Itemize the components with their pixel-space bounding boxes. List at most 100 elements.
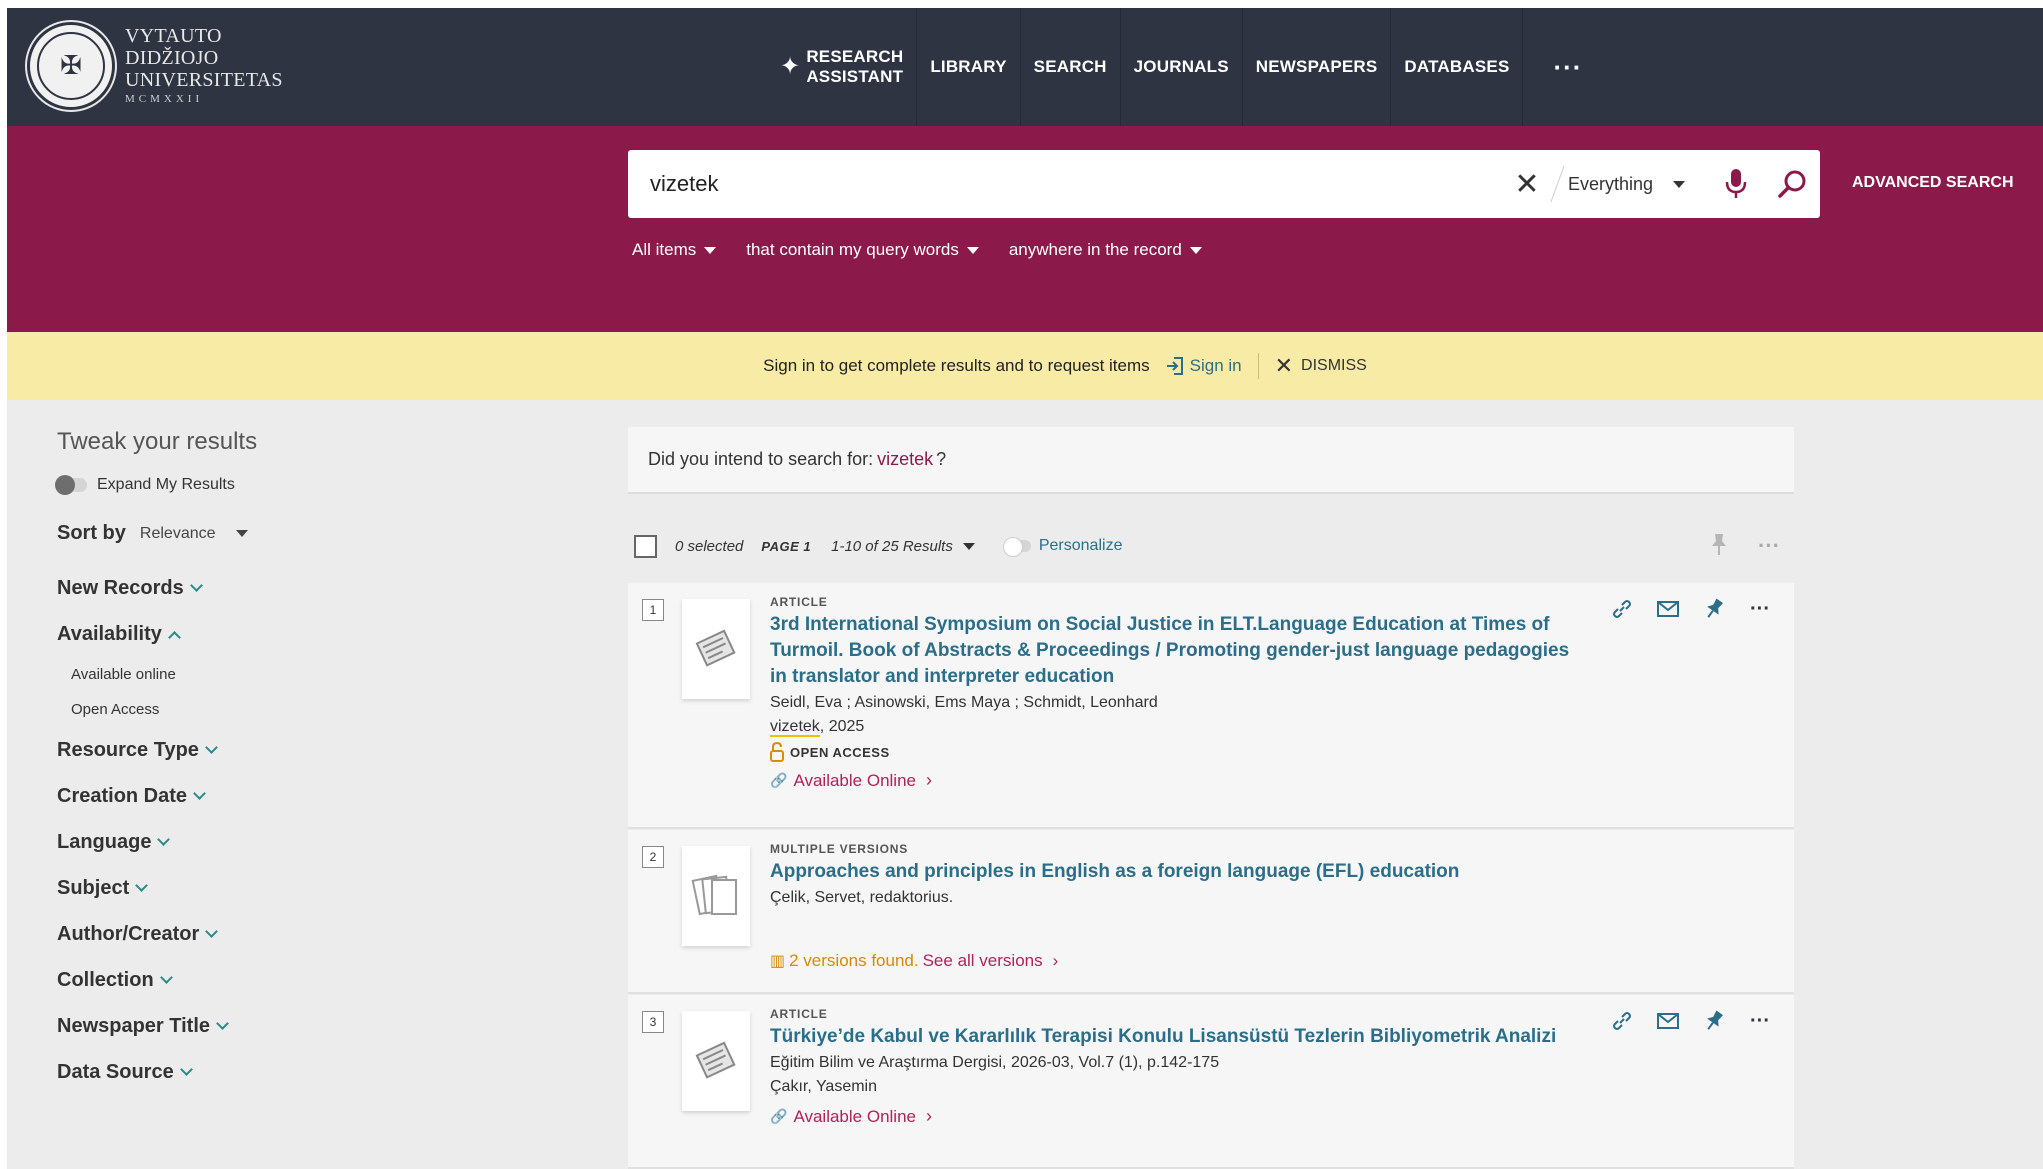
- available-online-link[interactable]: 🔗 Available Online ›: [770, 1106, 1590, 1127]
- toggle-switch[interactable]: [1002, 537, 1031, 557]
- did-you-mean-link[interactable]: vizetek: [877, 449, 933, 470]
- facet-new-records[interactable]: New Records: [57, 565, 477, 611]
- nav-library[interactable]: LIBRARY: [917, 8, 1019, 126]
- chevron-down-icon: [205, 740, 218, 754]
- result-title-link[interactable]: 3rd International Symposium on Social Ju…: [770, 612, 1590, 690]
- highlighted-term: vizetek: [770, 718, 820, 737]
- clear-search-icon[interactable]: ✕: [1507, 167, 1547, 202]
- caret-down-icon: [1673, 180, 1686, 188]
- filter-where-dropdown[interactable]: anywhere in the record: [1009, 240, 1202, 260]
- search-icon[interactable]: [1764, 169, 1820, 199]
- dismiss-button[interactable]: ✕ DISMISS: [1275, 353, 1367, 379]
- permalink-icon[interactable]: [1610, 597, 1634, 621]
- toggle-switch[interactable]: [55, 475, 87, 495]
- caret-down-icon: [704, 247, 717, 255]
- nav-journals[interactable]: JOURNALS: [1121, 8, 1242, 126]
- search-input[interactable]: [628, 150, 1507, 218]
- nav-search[interactable]: SEARCH: [1021, 8, 1120, 126]
- more-options-icon[interactable]: ···: [1748, 597, 1772, 621]
- permalink-icon[interactable]: [1610, 1009, 1634, 1033]
- result-title-link[interactable]: Approaches and principles in English as …: [770, 859, 1590, 885]
- selected-count: 0 selected: [675, 537, 744, 555]
- nav-newspapers[interactable]: NEWSPAPERS: [1243, 8, 1391, 126]
- microphone-icon[interactable]: [1708, 168, 1764, 200]
- facet-newspaper-title[interactable]: Newspaper Title: [57, 1003, 477, 1049]
- link-icon: 🔗: [770, 1108, 788, 1124]
- versions-count: 2 versions found.: [789, 951, 919, 970]
- caret-down-icon: [966, 247, 979, 255]
- facet-collection[interactable]: Collection: [57, 957, 477, 1003]
- pin-icon[interactable]: [1702, 1009, 1726, 1033]
- facet-language[interactable]: Language: [57, 819, 477, 865]
- personalize-toggle[interactable]: Personalize: [1002, 537, 1122, 557]
- did-you-mean: Did you intend to search for: vizetek ?: [628, 427, 1794, 494]
- select-all-checkbox[interactable]: [634, 534, 657, 558]
- facet-availability[interactable]: Availability: [57, 611, 477, 657]
- result-title-link[interactable]: Türkiye’de Kabul ve Kararlılık Terapisi …: [770, 1024, 1590, 1050]
- chevron-down-icon: [189, 578, 203, 592]
- result-source-rest: , 2025: [819, 718, 865, 735]
- nav-ra-line2: ASSISTANT: [806, 67, 904, 86]
- email-icon[interactable]: [1656, 597, 1680, 621]
- facet-resource-type[interactable]: Resource Type: [57, 727, 477, 773]
- filter-items-dropdown[interactable]: All items: [632, 240, 717, 260]
- pin-icon[interactable]: [1702, 597, 1726, 621]
- signin-label: Sign in: [1189, 356, 1242, 375]
- facet-label: Newspaper Title: [57, 1014, 211, 1037]
- facet-creation-date[interactable]: Creation Date: [57, 773, 477, 819]
- result-number: 2: [642, 846, 664, 868]
- facet-label: Subject: [57, 876, 130, 899]
- advanced-search-link[interactable]: ADVANCED SEARCH: [1852, 174, 2014, 192]
- signin-link[interactable]: Sign in: [1166, 356, 1242, 376]
- pin-icon[interactable]: [1710, 532, 1728, 560]
- nav-databases[interactable]: DATABASES: [1391, 8, 1522, 126]
- more-options-icon[interactable]: ···: [1758, 533, 1780, 559]
- open-access-badge: OPEN ACCESS: [770, 742, 1590, 762]
- dismiss-label: DISMISS: [1301, 357, 1367, 374]
- logo-line-3: UNIVERSITETAS: [125, 69, 283, 91]
- expand-results-label: Expand My Results: [97, 476, 235, 493]
- email-icon[interactable]: [1656, 1009, 1680, 1033]
- result-authors: Çakır, Yasemin: [770, 1078, 878, 1095]
- expand-results-toggle[interactable]: Expand My Results: [55, 475, 477, 495]
- nav-research-assistant[interactable]: ✦ RESEARCH ASSISTANT: [767, 8, 916, 126]
- caret-down-icon: [235, 530, 248, 537]
- logo-line-1: VYTAUTO: [125, 25, 222, 47]
- filter-match-label: that contain my query words: [746, 240, 959, 259]
- filter-match-dropdown[interactable]: that contain my query words: [746, 240, 979, 260]
- logo-text: VYTAUTO DIDŽIOJO UNIVERSITETAS MCMXXII: [125, 25, 283, 107]
- scope-dropdown[interactable]: Everything: [1568, 174, 1708, 195]
- close-icon: ✕: [1274, 353, 1294, 378]
- facet-label: Resource Type: [57, 738, 199, 761]
- sort-value: Relevance: [139, 524, 216, 542]
- result-card[interactable]: 1 ARTICLE 3rd International Symposium on…: [628, 583, 1794, 829]
- facet-label: Author/Creator: [57, 922, 200, 945]
- nav-research-assistant-label: RESEARCH ASSISTANT: [806, 47, 903, 87]
- results-toolbar: 0 selected PAGE 1 1-10 of 25 Results Per…: [628, 518, 1794, 574]
- facet-option-open-access[interactable]: Open Access: [57, 692, 477, 727]
- filter-where-label: anywhere in the record: [1008, 240, 1182, 259]
- facet-subject[interactable]: Subject: [57, 865, 477, 911]
- result-card[interactable]: 2 MULTIPLE VERSIONS Approaches and princ…: [628, 830, 1794, 994]
- available-online-link[interactable]: 🔗 Available Online ›: [770, 770, 1590, 791]
- result-source: Eğitim Bilim ve Araştırma Dergisi, 2026-…: [770, 1054, 1220, 1071]
- filter-items-label: All items: [632, 240, 697, 259]
- facet-author[interactable]: Author/Creator: [57, 911, 477, 957]
- more-options-icon[interactable]: ···: [1748, 1009, 1772, 1033]
- university-logo[interactable]: ✠ VYTAUTO DIDŽIOJO UNIVERSITETAS MCMXXII: [27, 22, 283, 110]
- results-range-dropdown[interactable]: 1-10 of 25 Results: [831, 538, 975, 555]
- nav-more-button[interactable]: ···: [1523, 52, 1612, 83]
- facet-option-available-online[interactable]: Available online: [57, 657, 477, 692]
- result-card[interactable]: 3 ARTICLE Türkiye’de Kabul ve Kararlılık…: [628, 995, 1794, 1169]
- result-type: ARTICLE: [770, 595, 828, 609]
- university-seal-icon: ✠: [27, 22, 115, 110]
- logo-line-2: DIDŽIOJO: [125, 47, 219, 69]
- facet-data-source[interactable]: Data Source: [57, 1049, 477, 1095]
- chevron-down-icon: [157, 832, 171, 846]
- versions-link[interactable]: ▥ 2 versions found. See all versions ›: [770, 951, 1590, 971]
- sort-dropdown[interactable]: Relevance: [140, 525, 248, 543]
- facet-label: New Records: [57, 576, 184, 599]
- result-type: MULTIPLE VERSIONS: [770, 842, 909, 856]
- logo-line-4: MCMXXII: [125, 93, 204, 105]
- chevron-right-icon: ›: [925, 770, 932, 790]
